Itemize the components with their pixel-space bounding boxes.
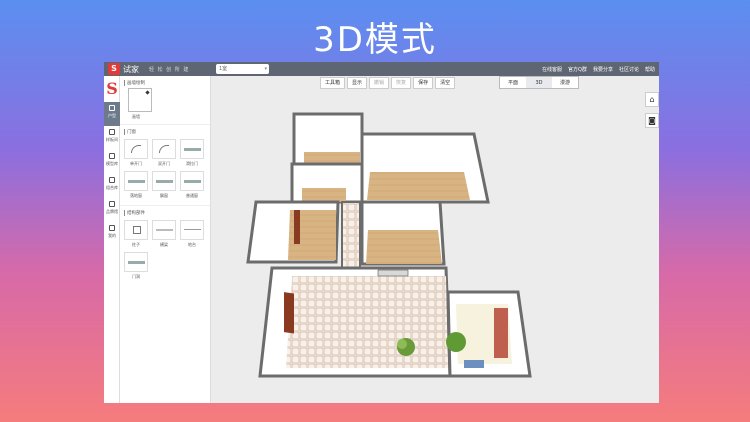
link-share[interactable]: 我要分享	[593, 66, 613, 73]
door-item[interactable]: 单开门	[124, 139, 148, 167]
sidebar-item-showroom[interactable]: 样板间	[104, 126, 120, 150]
app-window: S 试家 轻 松 创 所 建 1室 ▾ 在线客服 官方Q群 我要分享 社区讨论 …	[104, 62, 659, 403]
link-community[interactable]: 社区讨论	[619, 66, 639, 73]
save-button[interactable]: 保存	[413, 77, 434, 89]
structure-label: 门洞	[132, 274, 140, 279]
house-icon	[109, 129, 115, 135]
pencil-icon	[109, 105, 115, 111]
structure-label: 柱子	[132, 242, 140, 247]
icon-sidebar: S 户型 样板间 模型库 组合库 品牌馆 我的	[104, 76, 120, 403]
app-logo-icon: S	[106, 79, 118, 98]
toolbox-button[interactable]: 工具箱	[320, 77, 346, 89]
door-label: 滑拉门	[186, 161, 198, 166]
sidebar-item-label: 模型库	[106, 161, 118, 166]
door-label: 双开门	[158, 161, 170, 166]
section-title-draw: 画墙绘制	[124, 80, 210, 86]
room-middle-left	[290, 162, 364, 204]
room-bedroom	[446, 290, 532, 378]
window-item[interactable]: 飘窗	[152, 171, 176, 199]
redo-button[interactable]: 恢复	[391, 77, 412, 89]
link-service[interactable]: 在线客服	[542, 66, 562, 73]
window-label: 普通窗	[186, 193, 198, 198]
sidebar-item-label: 户型	[108, 113, 116, 118]
slogan: 轻 松 创 所 建	[149, 67, 190, 73]
window-label: 飘窗	[160, 193, 168, 198]
project-select-value: 1室	[219, 66, 228, 72]
sidebar-item-label: 样板间	[106, 137, 118, 142]
tool-panel: 画墙绘制 画墙 门窗 单开门 双开门 滑拉门 落地窗 飘窗 普通窗 结构部件 柱…	[120, 76, 211, 403]
structure-item[interactable]: 地台	[180, 220, 204, 248]
home-icon[interactable]: ⌂	[645, 92, 659, 107]
sidebar-item-brands[interactable]: 品牌馆	[104, 198, 120, 222]
structure-item[interactable]: 门洞	[124, 252, 148, 280]
camera-icon[interactable]: ◙	[645, 113, 659, 128]
toolbar: 工具箱 显示 撤销 恢复 保存 清空	[320, 75, 456, 91]
tab-walkthrough[interactable]: 漫游	[552, 77, 578, 88]
top-bar: S 试家 轻 松 创 所 建 1室 ▾ 在线客服 官方Q群 我要分享 社区讨论 …	[104, 62, 659, 76]
section-title-structure: 结构部件	[124, 210, 210, 216]
sidebar-item-label: 组合库	[106, 185, 118, 190]
tab-3d[interactable]: 3D	[526, 77, 552, 88]
room-left	[246, 200, 340, 264]
sidebar-item-label: 品牌馆	[106, 209, 118, 214]
link-qq-group[interactable]: 官方Q群	[568, 66, 587, 73]
sidebar-item-models[interactable]: 模型库	[104, 150, 120, 174]
chevron-down-icon: ▾	[264, 66, 267, 72]
project-select[interactable]: 1室 ▾	[216, 64, 269, 74]
section-title-doors: 门窗	[124, 129, 210, 135]
door-label: 单开门	[130, 161, 142, 166]
promo-title: 3D模式	[313, 20, 437, 60]
window-item[interactable]: 落地窗	[124, 171, 148, 199]
door-item[interactable]: 滑拉门	[180, 139, 204, 167]
window-label: 落地窗	[130, 193, 142, 198]
badge-icon	[109, 201, 115, 207]
structure-label: 横梁	[160, 242, 168, 247]
sidebar-item-label: 我的	[108, 233, 116, 238]
draw-wall-label: 画墙	[132, 114, 140, 119]
room-living	[258, 266, 452, 378]
structure-item[interactable]: 柱子	[124, 220, 148, 248]
user-icon	[109, 225, 115, 231]
draw-wall-tool[interactable]	[128, 88, 152, 112]
bed-icon	[109, 177, 115, 183]
room-top-right	[360, 132, 490, 204]
view-tabs: 平面 3D 漫游	[499, 76, 579, 89]
room-top-left	[292, 112, 364, 166]
structure-item[interactable]: 横梁	[152, 220, 176, 248]
window-item[interactable]: 普通窗	[180, 171, 204, 199]
structure-label: 地台	[188, 242, 196, 247]
link-help[interactable]: 帮助	[645, 66, 655, 73]
logo: S	[108, 63, 120, 75]
sidebar-item-combos[interactable]: 组合库	[104, 174, 120, 198]
sidebar-item-mine[interactable]: 我的	[104, 222, 120, 246]
sidebar-item-floorplan[interactable]: 户型	[104, 102, 120, 126]
3d-floorplan-view[interactable]	[212, 92, 644, 403]
door-item[interactable]: 双开门	[152, 139, 176, 167]
sofa-icon	[109, 153, 115, 159]
room-middle	[360, 200, 446, 266]
clear-button[interactable]: 清空	[435, 77, 456, 89]
display-button[interactable]: 显示	[347, 77, 368, 89]
undo-button[interactable]: 撤销	[369, 77, 390, 89]
brand-name: 试家	[123, 65, 139, 74]
corridor	[341, 201, 361, 273]
tab-plan[interactable]: 平面	[500, 77, 526, 88]
